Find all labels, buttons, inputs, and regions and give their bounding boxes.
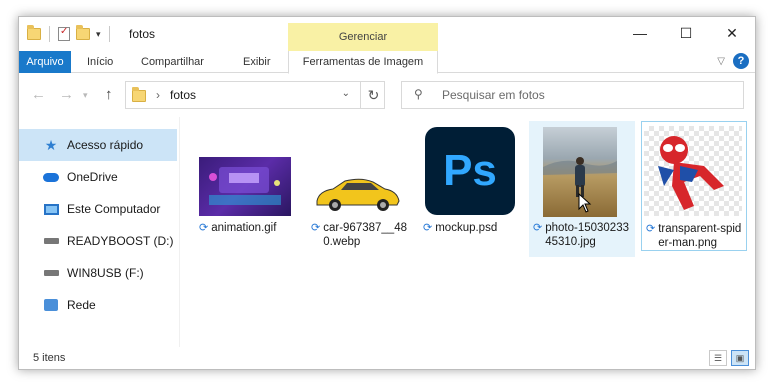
ribbon-right-controls: ▽ ? — [717, 53, 749, 69]
photoshop-thumbnail: Ps — [425, 127, 515, 215]
sidebar-item-network[interactable]: Rede — [19, 289, 177, 321]
car-thumbnail — [311, 173, 403, 216]
computer-icon — [43, 202, 59, 216]
address-bar[interactable]: › fotos ⌄ — [125, 81, 385, 109]
tab-view[interactable]: Exibir — [233, 51, 281, 73]
sidebar-item-this-pc[interactable]: Este Computador — [19, 193, 177, 225]
ribbon-tabs: Arquivo Início Compartilhar Exibir Ferra… — [19, 51, 755, 74]
item-count: 5 itens — [33, 352, 66, 364]
navigation-bar: ← → ▾ ↑ › fotos ⌄ ↻ ⚲ Pesquisar em fotos — [19, 73, 755, 117]
sidebar-item-label: Acesso rápido — [67, 138, 144, 152]
properties-icon[interactable] — [58, 26, 70, 41]
customize-toolbar-icon[interactable]: ▾ — [96, 29, 101, 40]
sidebar-item-label: READYBOOST (D:) — [67, 234, 174, 248]
help-icon[interactable]: ? — [733, 53, 749, 69]
expand-ribbon-icon[interactable]: ▽ — [717, 56, 725, 67]
sidebar-item-label: OneDrive — [67, 170, 118, 184]
sidebar-item-label: WIN8USB (F:) — [67, 266, 144, 280]
ps-text: Ps — [443, 146, 497, 195]
file-explorer-window: ▾ fotos Gerenciar — ☐ ✕ Arquivo Início C… — [18, 16, 756, 370]
details-view-icon[interactable]: ☰ — [709, 350, 727, 366]
sync-icon: ⟳ — [311, 222, 321, 234]
sidebar-item-win8usb[interactable]: WIN8USB (F:) — [19, 257, 177, 289]
status-bar: 5 itens ☰ ▣ — [19, 347, 755, 369]
forward-arrow-icon[interactable]: → — [59, 86, 74, 103]
minimize-button[interactable]: — — [617, 17, 663, 49]
file-tile[interactable]: ⟳ car-967387__480.webp — [307, 121, 413, 251]
file-name-text: transparent-spider-man.png — [658, 223, 742, 249]
file-name-text: car-967387__480.webp — [323, 222, 407, 248]
file-tile-selected[interactable]: ⟳ transparent-spider-man.png — [641, 121, 747, 251]
star-icon: ★ — [44, 136, 58, 153]
network-icon — [43, 298, 59, 312]
file-name-text: animation.gif — [211, 222, 277, 234]
sidebar-item-readyboost[interactable]: READYBOOST (D:) — [19, 225, 177, 257]
new-folder-icon[interactable] — [76, 25, 90, 40]
sync-icon: ⟳ — [199, 222, 209, 234]
breadcrumb-fotos[interactable]: fotos — [170, 88, 196, 102]
cloud-icon — [43, 170, 59, 184]
folder-icon[interactable] — [27, 25, 41, 40]
sidebar-item-onedrive[interactable]: OneDrive — [19, 161, 177, 193]
tab-file[interactable]: Arquivo — [19, 51, 71, 73]
context-tab-group-label: Gerenciar — [338, 31, 388, 43]
search-placeholder: Pesquisar em fotos — [442, 88, 545, 102]
tab-home[interactable]: Início — [77, 51, 123, 73]
file-tile[interactable]: Ps ⟳ mockup.psd — [419, 121, 525, 251]
window-controls: — ☐ ✕ — [617, 17, 755, 49]
title-bar: ▾ fotos Gerenciar — ☐ ✕ — [19, 17, 755, 51]
animation-thumbnail — [199, 157, 291, 216]
back-arrow-icon[interactable]: ← — [31, 86, 46, 103]
toolbar-separator — [49, 26, 50, 42]
file-name: ⟳ car-967387__480.webp — [311, 221, 411, 249]
toolbar-separator — [108, 26, 110, 42]
view-toggle: ☰ ▣ — [709, 350, 749, 366]
recent-locations-icon[interactable]: ▾ — [83, 90, 88, 101]
tab-share[interactable]: Compartilhar — [131, 51, 214, 73]
file-tile-hovered[interactable]: ⟳ photo-1503023345310.jpg — [529, 121, 635, 257]
quick-access-toolbar: ▾ — [27, 25, 112, 42]
maximize-button[interactable]: ☐ — [663, 17, 709, 49]
sync-icon: ⟳ — [646, 223, 656, 235]
file-name: ⟳ animation.gif — [199, 221, 299, 235]
file-name: ⟳ transparent-spider-man.png — [646, 222, 746, 250]
drive-icon — [43, 234, 59, 248]
sync-icon: ⟳ — [423, 222, 433, 234]
search-box[interactable]: ⚲ Pesquisar em fotos — [401, 81, 744, 109]
address-dropdown-icon[interactable]: ⌄ — [342, 88, 350, 99]
sidebar-item-label: Este Computador — [67, 202, 161, 216]
tab-picture-tools[interactable]: Ferramentas de Imagem — [288, 51, 438, 74]
large-icons-view-icon[interactable]: ▣ — [731, 350, 749, 366]
close-button[interactable]: ✕ — [709, 17, 755, 49]
refresh-icon: ↻ — [367, 87, 380, 103]
context-tab-group: Gerenciar — [288, 23, 438, 51]
navigation-pane: ★ Acesso rápido OneDrive Este Computador… — [19, 129, 177, 321]
refresh-button[interactable]: ↻ — [360, 81, 386, 109]
folder-icon — [132, 87, 146, 102]
file-name-text: mockup.psd — [435, 222, 498, 234]
breadcrumb-separator[interactable]: › — [156, 88, 160, 102]
spiderman-thumbnail — [644, 126, 742, 216]
search-icon: ⚲ — [414, 87, 423, 101]
file-name: ⟳ photo-1503023345310.jpg — [533, 221, 633, 249]
sidebar-item-label: Rede — [67, 298, 96, 312]
file-name-text: photo-1503023345310.jpg — [545, 222, 629, 248]
file-name: ⟳ mockup.psd — [423, 221, 523, 235]
pane-divider[interactable] — [179, 117, 180, 347]
drive-icon — [43, 266, 59, 280]
file-tile[interactable]: ⟳ animation.gif — [195, 121, 301, 251]
sidebar-item-quick-access[interactable]: ★ Acesso rápido — [19, 129, 177, 161]
sync-icon: ⟳ — [533, 222, 543, 234]
window-title: fotos — [129, 27, 156, 41]
mouse-cursor-icon — [578, 193, 592, 213]
up-arrow-icon[interactable]: ↑ — [105, 86, 113, 103]
